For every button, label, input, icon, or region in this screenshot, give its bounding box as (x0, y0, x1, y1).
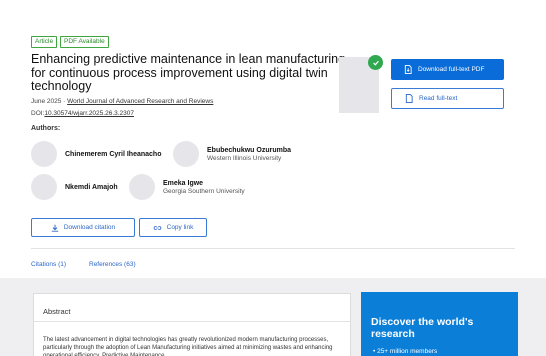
pdf-available-badge: PDF Available (60, 36, 109, 48)
author-item[interactable]: Ebubechukwu Ozurumba Western Illinois Un… (173, 141, 291, 167)
download-citation-label: Download citation (63, 224, 116, 231)
author-item[interactable]: Nkemdi Amajoh (31, 174, 118, 200)
author-name: Nkemdi Amajoh (65, 183, 118, 191)
author-affiliation: Georgia Southern University (163, 187, 245, 195)
avatar (31, 174, 57, 200)
banner-list-item: • 25+ million members (373, 348, 438, 355)
article-type-badge: Article (31, 36, 58, 48)
divider (31, 248, 515, 249)
tab-references[interactable]: References (63) (89, 261, 136, 268)
read-full-text-button[interactable]: Read full-text (391, 88, 504, 109)
discover-research-banner[interactable]: Discover the world's research • 25+ mill… (361, 292, 518, 356)
link-icon (153, 225, 161, 230)
download-full-text-pdf-button[interactable]: Download full-text PDF (391, 59, 504, 80)
doi-label: DOI: (31, 110, 45, 117)
checkmark-icon (368, 55, 383, 70)
download-citation-button[interactable]: Download citation (31, 218, 135, 237)
download-pdf-label: Download full-text PDF (418, 66, 485, 73)
copy-link-button[interactable]: Copy link (139, 218, 207, 237)
avatar (129, 174, 155, 200)
author-affiliation: Western Illinois University (207, 154, 282, 162)
author-item[interactable]: Emeka Igwe Georgia Southern University (129, 174, 245, 200)
banner-heading: Discover the world's research (371, 316, 474, 340)
pdf-file-icon (404, 65, 412, 74)
document-icon (405, 94, 413, 103)
abstract-divider (34, 321, 350, 322)
doi-link[interactable]: 10.30574/wjarr.2025.26.3.2307 (44, 110, 134, 117)
authors-heading: Authors: (31, 125, 61, 132)
journal-link[interactable]: World Journal of Advanced Research and R… (67, 98, 213, 105)
author-name: Ebubechukwu Ozurumba (207, 146, 292, 154)
abstract-text: The latest advancement in digital techno… (43, 337, 333, 356)
avatar (31, 141, 57, 167)
read-full-text-label: Read full-text (419, 95, 458, 102)
copy-link-label: Copy link (166, 224, 194, 231)
author-name: Chinemerem Cyril Iheanacho (65, 150, 162, 158)
publication-date: June 2025 (31, 98, 62, 105)
publication-meta: June 2025 · World Journal of Advanced Re… (31, 98, 213, 105)
author-name: Emeka Igwe (163, 179, 204, 187)
page-title: Enhancing predictive maintenance in lean… (31, 52, 346, 93)
author-item[interactable]: Chinemerem Cyril Iheanacho (31, 141, 161, 167)
abstract-card: Abstract The latest advancement in digit… (33, 293, 351, 356)
tab-citations[interactable]: Citations (1) (31, 261, 66, 268)
avatar (173, 141, 199, 167)
download-icon (51, 224, 59, 232)
abstract-heading: Abstract (43, 307, 71, 316)
doi-line: DOI:10.30574/wjarr.2025.26.3.2307 (31, 110, 134, 117)
